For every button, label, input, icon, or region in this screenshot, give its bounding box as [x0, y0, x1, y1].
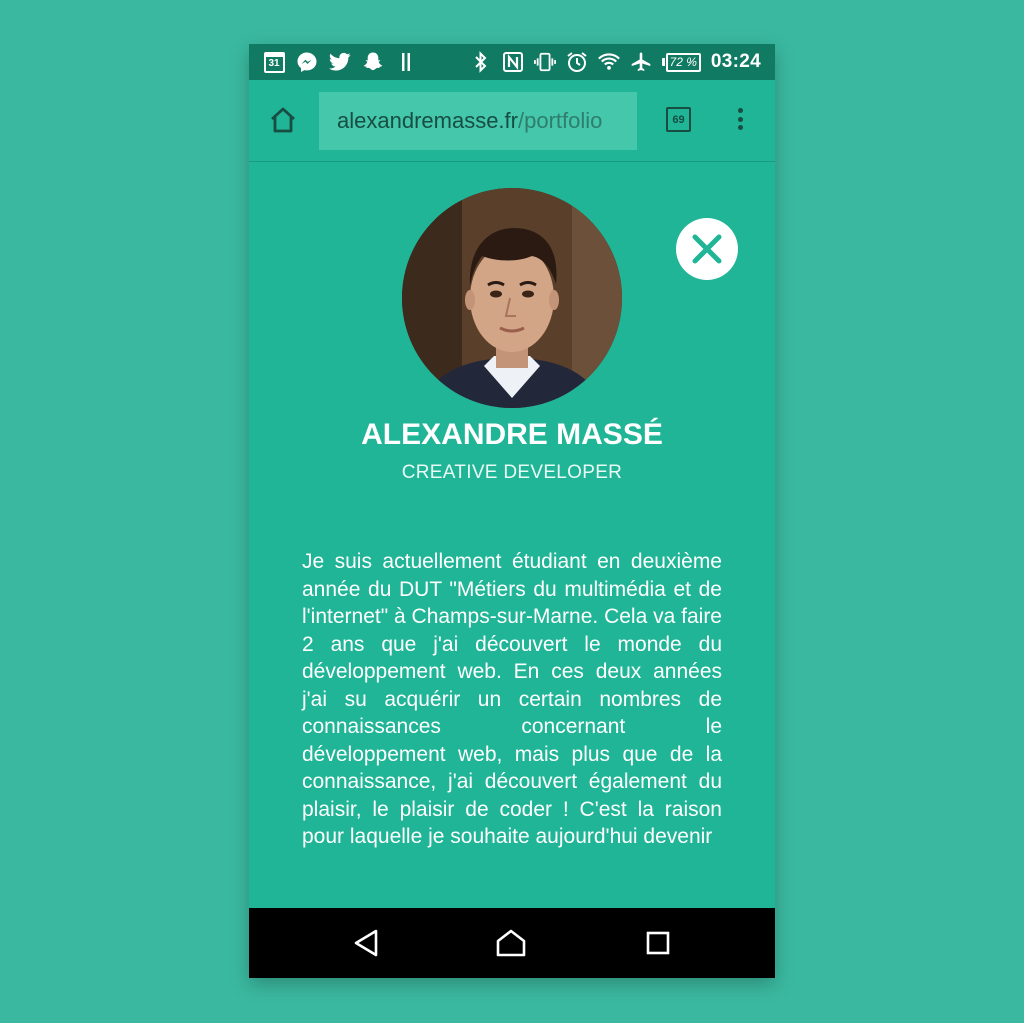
messenger-icon	[296, 51, 318, 73]
airplane-icon	[630, 51, 652, 73]
wifi-icon	[597, 51, 620, 73]
calendar-day: 31	[263, 51, 285, 73]
profile-role: CREATIVE DEVELOPER	[401, 462, 623, 483]
close-button[interactable]	[676, 218, 738, 280]
twitter-icon	[329, 51, 351, 73]
profile-bio: Je suis actuellement étudiant en deuxièm…	[302, 550, 722, 848]
battery-level: 72 %	[665, 52, 701, 72]
back-icon[interactable]	[353, 929, 379, 962]
battery-tip	[661, 58, 665, 66]
recents-icon[interactable]	[645, 929, 671, 962]
nfc-icon	[502, 51, 524, 73]
status-clock: 03:24	[710, 51, 761, 72]
calendar-icon: 31	[263, 51, 285, 73]
home-icon[interactable]	[496, 929, 526, 962]
profile-name: ALEXANDRE MASSÉ	[361, 418, 663, 451]
overflow-menu-icon[interactable]	[731, 104, 749, 134]
close-icon	[692, 234, 722, 264]
url-bar[interactable]: alexandremasse.fr/portfolio	[319, 92, 637, 150]
browser-toolbar: alexandremasse.fr/portfolio 69	[249, 80, 775, 162]
portfolio-page: ALEXANDRE MASSÉ CREATIVE DEVELOPER Je su…	[249, 162, 775, 908]
alarm-icon	[566, 51, 588, 73]
vibrate-icon	[533, 51, 556, 73]
avatar	[402, 188, 622, 408]
browser-home-icon[interactable]	[267, 104, 299, 136]
tab-switcher-button[interactable]: 69	[666, 107, 691, 132]
pause-icon	[395, 51, 417, 73]
snapchat-icon	[362, 51, 384, 73]
status-bar: 31 72 % 03:24	[249, 44, 775, 80]
bluetooth-icon	[470, 51, 492, 73]
url-domain: alexandremasse.fr	[337, 108, 518, 133]
battery-icon: 72 %	[661, 52, 701, 72]
phone-screen: 31 72 % 03:24 alexandremasse.fr /portfol…	[249, 44, 775, 978]
system-nav-bar	[249, 908, 775, 978]
url-path: /portfolio	[517, 108, 603, 133]
